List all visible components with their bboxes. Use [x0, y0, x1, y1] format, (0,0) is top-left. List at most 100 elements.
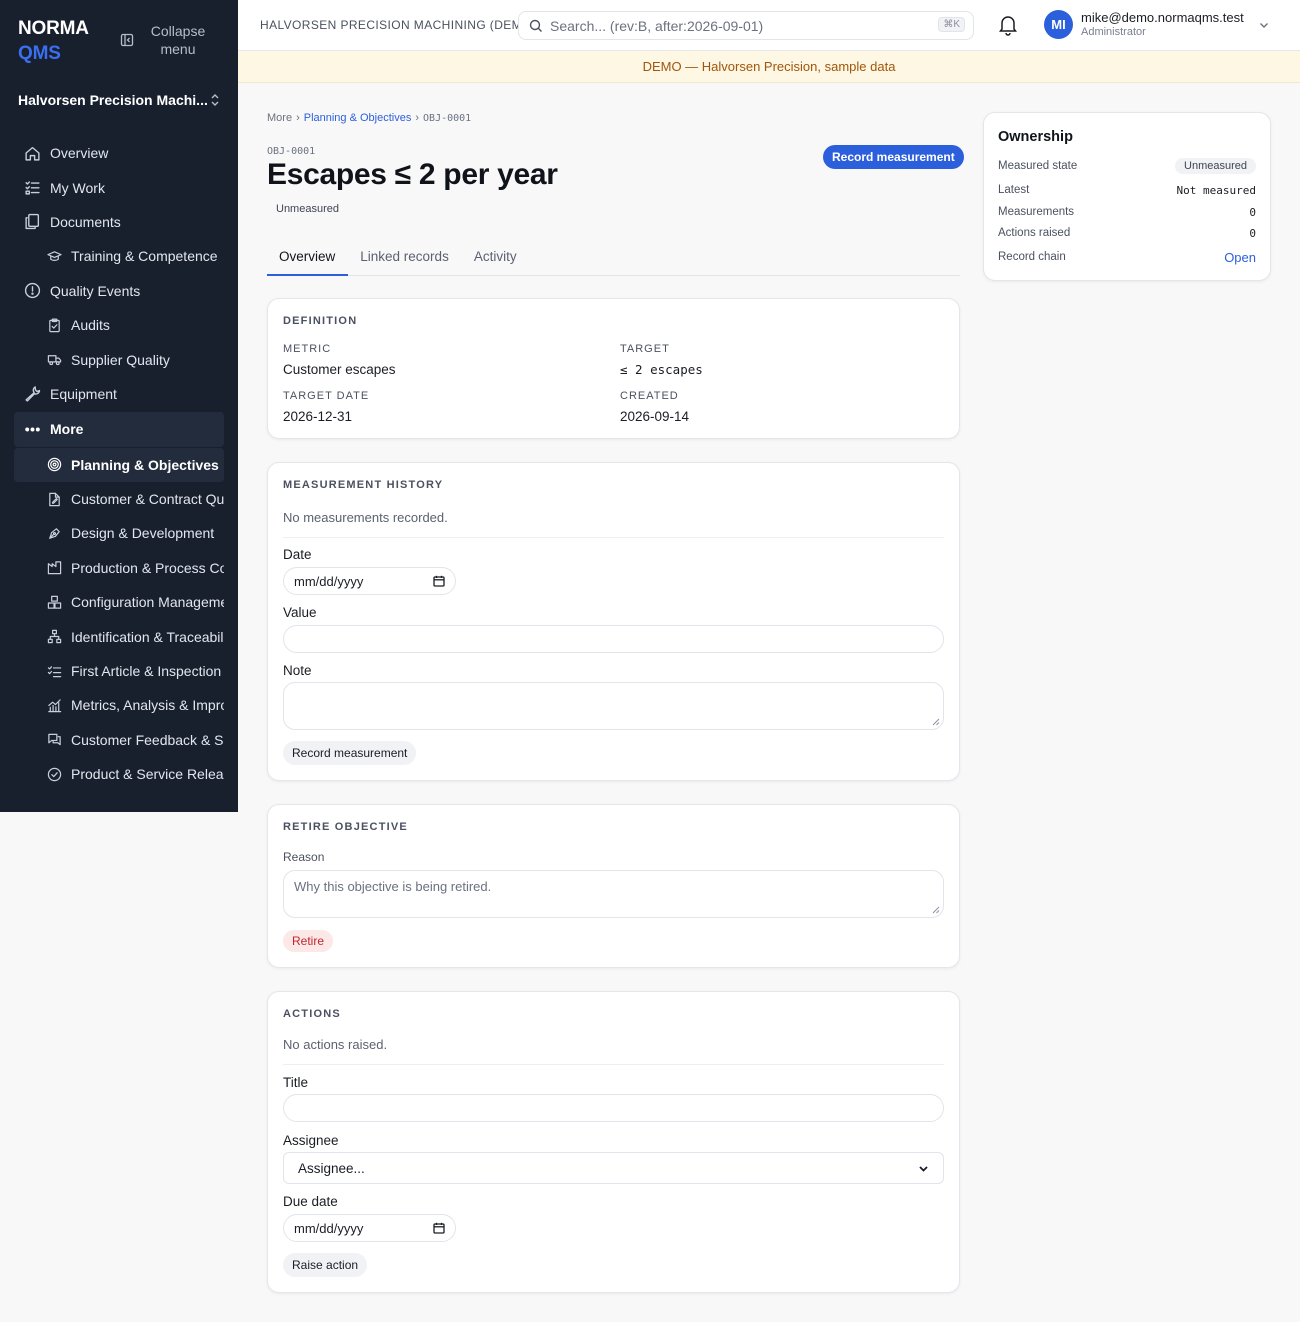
sidebar-item-quality-events[interactable]: Quality Events	[14, 274, 224, 308]
assignee-selected: Assignee...	[298, 1160, 365, 1176]
card-title: Definition	[283, 315, 358, 327]
user-menu[interactable]: MI mike@demo.normaqms.test Administrator	[1044, 10, 1270, 39]
sidebar-item-more[interactable]: More	[14, 412, 224, 447]
sidebar-item-customer-feedback-sat[interactable]: Customer Feedback & Sat	[14, 723, 224, 757]
actions-card: Actions No actions raised. Title Assigne…	[267, 991, 960, 1293]
target-value: ≤ 2 escapes	[620, 362, 703, 377]
brand-logo[interactable]: NORMA QMS	[18, 16, 89, 66]
latest-value: Not measured	[1176, 183, 1256, 197]
sidebar-item-my-work[interactable]: My Work	[14, 170, 224, 204]
documents-icon	[25, 214, 40, 230]
reason-field[interactable]: Why this objective is being retired.	[283, 870, 944, 918]
retire-button[interactable]: Retire	[283, 930, 334, 952]
assignee-label: Assignee	[283, 1133, 339, 1148]
org-name: Halvorsen Precision Machi...	[18, 92, 208, 108]
tab-linked-records[interactable]: Linked records	[348, 240, 462, 276]
value-label: Value	[283, 605, 317, 620]
breadcrumb-separator: ›	[296, 112, 300, 124]
tab-activity[interactable]: Activity	[462, 240, 530, 276]
resize-grip-icon[interactable]	[932, 906, 940, 914]
created-value: 2026-09-14	[620, 409, 690, 424]
company-name: HALVORSEN PRECISION MACHINING (DEMO)	[260, 18, 537, 32]
alert-circle-icon	[24, 283, 41, 299]
actions-raised-row: Actions raised 0	[998, 223, 1256, 243]
due-date-field[interactable]: mm/dd/yyyy	[283, 1214, 456, 1242]
calendar-icon[interactable]	[433, 1222, 445, 1234]
reason-label: Reason	[283, 850, 325, 864]
target-date-value: 2026-12-31	[283, 409, 353, 424]
sidebar-item-audits[interactable]: Audits	[14, 308, 224, 342]
sidebar-item-identification-traceabili[interactable]: Identification & Traceabili	[14, 619, 224, 653]
sidebar-item-overview[interactable]: Overview	[14, 136, 224, 170]
due-date-placeholder: mm/dd/yyyy	[294, 1220, 364, 1236]
tab-overview[interactable]: Overview	[267, 240, 349, 276]
metric-label: Metric	[283, 343, 332, 355]
breadcrumb-section-link[interactable]: Planning & Objectives	[304, 112, 412, 124]
record-measurement-button[interactable]: Record measurement	[823, 145, 964, 169]
assignee-select[interactable]: Assignee...	[283, 1152, 944, 1184]
sidebar-item-planning-objectives[interactable]: Planning & Objectives	[14, 447, 224, 482]
date-label: Date	[283, 547, 312, 562]
pen-tool-icon	[49, 528, 60, 539]
clipboard-check-icon	[49, 318, 60, 332]
bell-icon	[999, 16, 1017, 36]
sidebar-item-label: Supplier Quality	[71, 351, 170, 368]
note-field[interactable]	[283, 682, 944, 730]
actions-raised-label: Actions raised	[998, 227, 1071, 239]
list-checks-icon	[47, 665, 62, 677]
sidebar-item-configuration-manageme[interactable]: Configuration Manageme	[14, 585, 224, 619]
date-field[interactable]: mm/dd/yyyy	[283, 567, 456, 595]
sidebar-item-supplier-quality[interactable]: Supplier Quality	[14, 342, 224, 376]
sidebar-item-metrics-analysis-impro[interactable]: Metrics, Analysis & Impro	[14, 688, 224, 722]
card-title: Retire objective	[283, 821, 408, 833]
user-role: Administrator	[1081, 26, 1146, 38]
metric-value: Customer escapes	[283, 362, 396, 377]
empty-state: No actions raised.	[283, 1037, 388, 1052]
sidebar-item-label: First Article & Inspection I	[71, 663, 224, 680]
home-icon	[25, 146, 40, 161]
sidebar-item-label: Production & Process Cor	[71, 559, 224, 576]
sidebar-item-label: Configuration Manageme	[71, 594, 224, 611]
sidebar-item-training-competence[interactable]: Training & Competence	[14, 239, 224, 273]
divider	[283, 537, 944, 538]
sidebar-item-first-article-inspection-i[interactable]: First Article & Inspection I	[14, 654, 224, 688]
org-switcher[interactable]: Halvorsen Precision Machi...	[18, 92, 220, 108]
actions-raised-value: 0	[1249, 226, 1256, 240]
record-chain-link[interactable]: Open	[1224, 250, 1256, 265]
sidebar-item-customer-contract-qua[interactable]: Customer & Contract Qua	[14, 482, 224, 516]
topbar: HALVORSEN PRECISION MACHINING (DEMO) Sea…	[238, 0, 1300, 51]
action-title-field[interactable]	[283, 1094, 944, 1122]
breadcrumb-root[interactable]: More	[267, 112, 292, 124]
chevron-down-icon	[1259, 22, 1268, 28]
sidebar-item-label: Customer Feedback & Sat	[71, 731, 224, 748]
target-label: Target	[620, 343, 670, 355]
sidebar-nav: Overview My Work Documents Training & Compe…	[14, 136, 224, 791]
sidebar-item-equipment[interactable]: Equipment	[14, 377, 224, 411]
resize-grip-icon[interactable]	[932, 718, 940, 726]
sidebar-item-label: Design & Development	[71, 525, 215, 542]
sidebar-item-production-process-cor[interactable]: Production & Process Cor	[14, 551, 224, 585]
sidebar: NORMA QMS Collapse menu Halvorsen Precis…	[0, 0, 238, 812]
notifications-button[interactable]	[998, 14, 1018, 41]
wrench-icon	[25, 386, 41, 403]
latest-label: Latest	[998, 184, 1030, 196]
value-field[interactable]	[283, 625, 944, 653]
due-date-label: Due date	[283, 1194, 338, 1209]
sidebar-item-documents[interactable]: Documents	[14, 205, 224, 239]
search-input[interactable]: Search... (rev:B, after:2026-09-01) ⌘K	[518, 11, 974, 40]
sidebar-item-label: Product & Service Releas	[71, 766, 224, 783]
message-icon	[48, 734, 61, 746]
calendar-icon[interactable]	[433, 575, 445, 587]
sidebar-item-design-development[interactable]: Design & Development	[14, 516, 224, 550]
card-title: Actions	[283, 1008, 341, 1020]
breadcrumb-separator: ›	[415, 112, 420, 124]
file-edit-icon	[49, 492, 60, 506]
raise-action-button[interactable]: Raise action	[283, 1253, 368, 1277]
reason-placeholder: Why this objective is being retired.	[294, 879, 492, 894]
record-chain-label: Record chain	[998, 251, 1066, 263]
record-measurement-submit-button[interactable]: Record measurement	[283, 741, 417, 765]
collapse-menu-label: Collapse menu	[150, 23, 206, 57]
factory-icon	[47, 561, 62, 575]
sidebar-item-product-service-releas[interactable]: Product & Service Releas	[14, 757, 224, 791]
collapse-menu-button[interactable]: Collapse menu	[120, 22, 208, 58]
